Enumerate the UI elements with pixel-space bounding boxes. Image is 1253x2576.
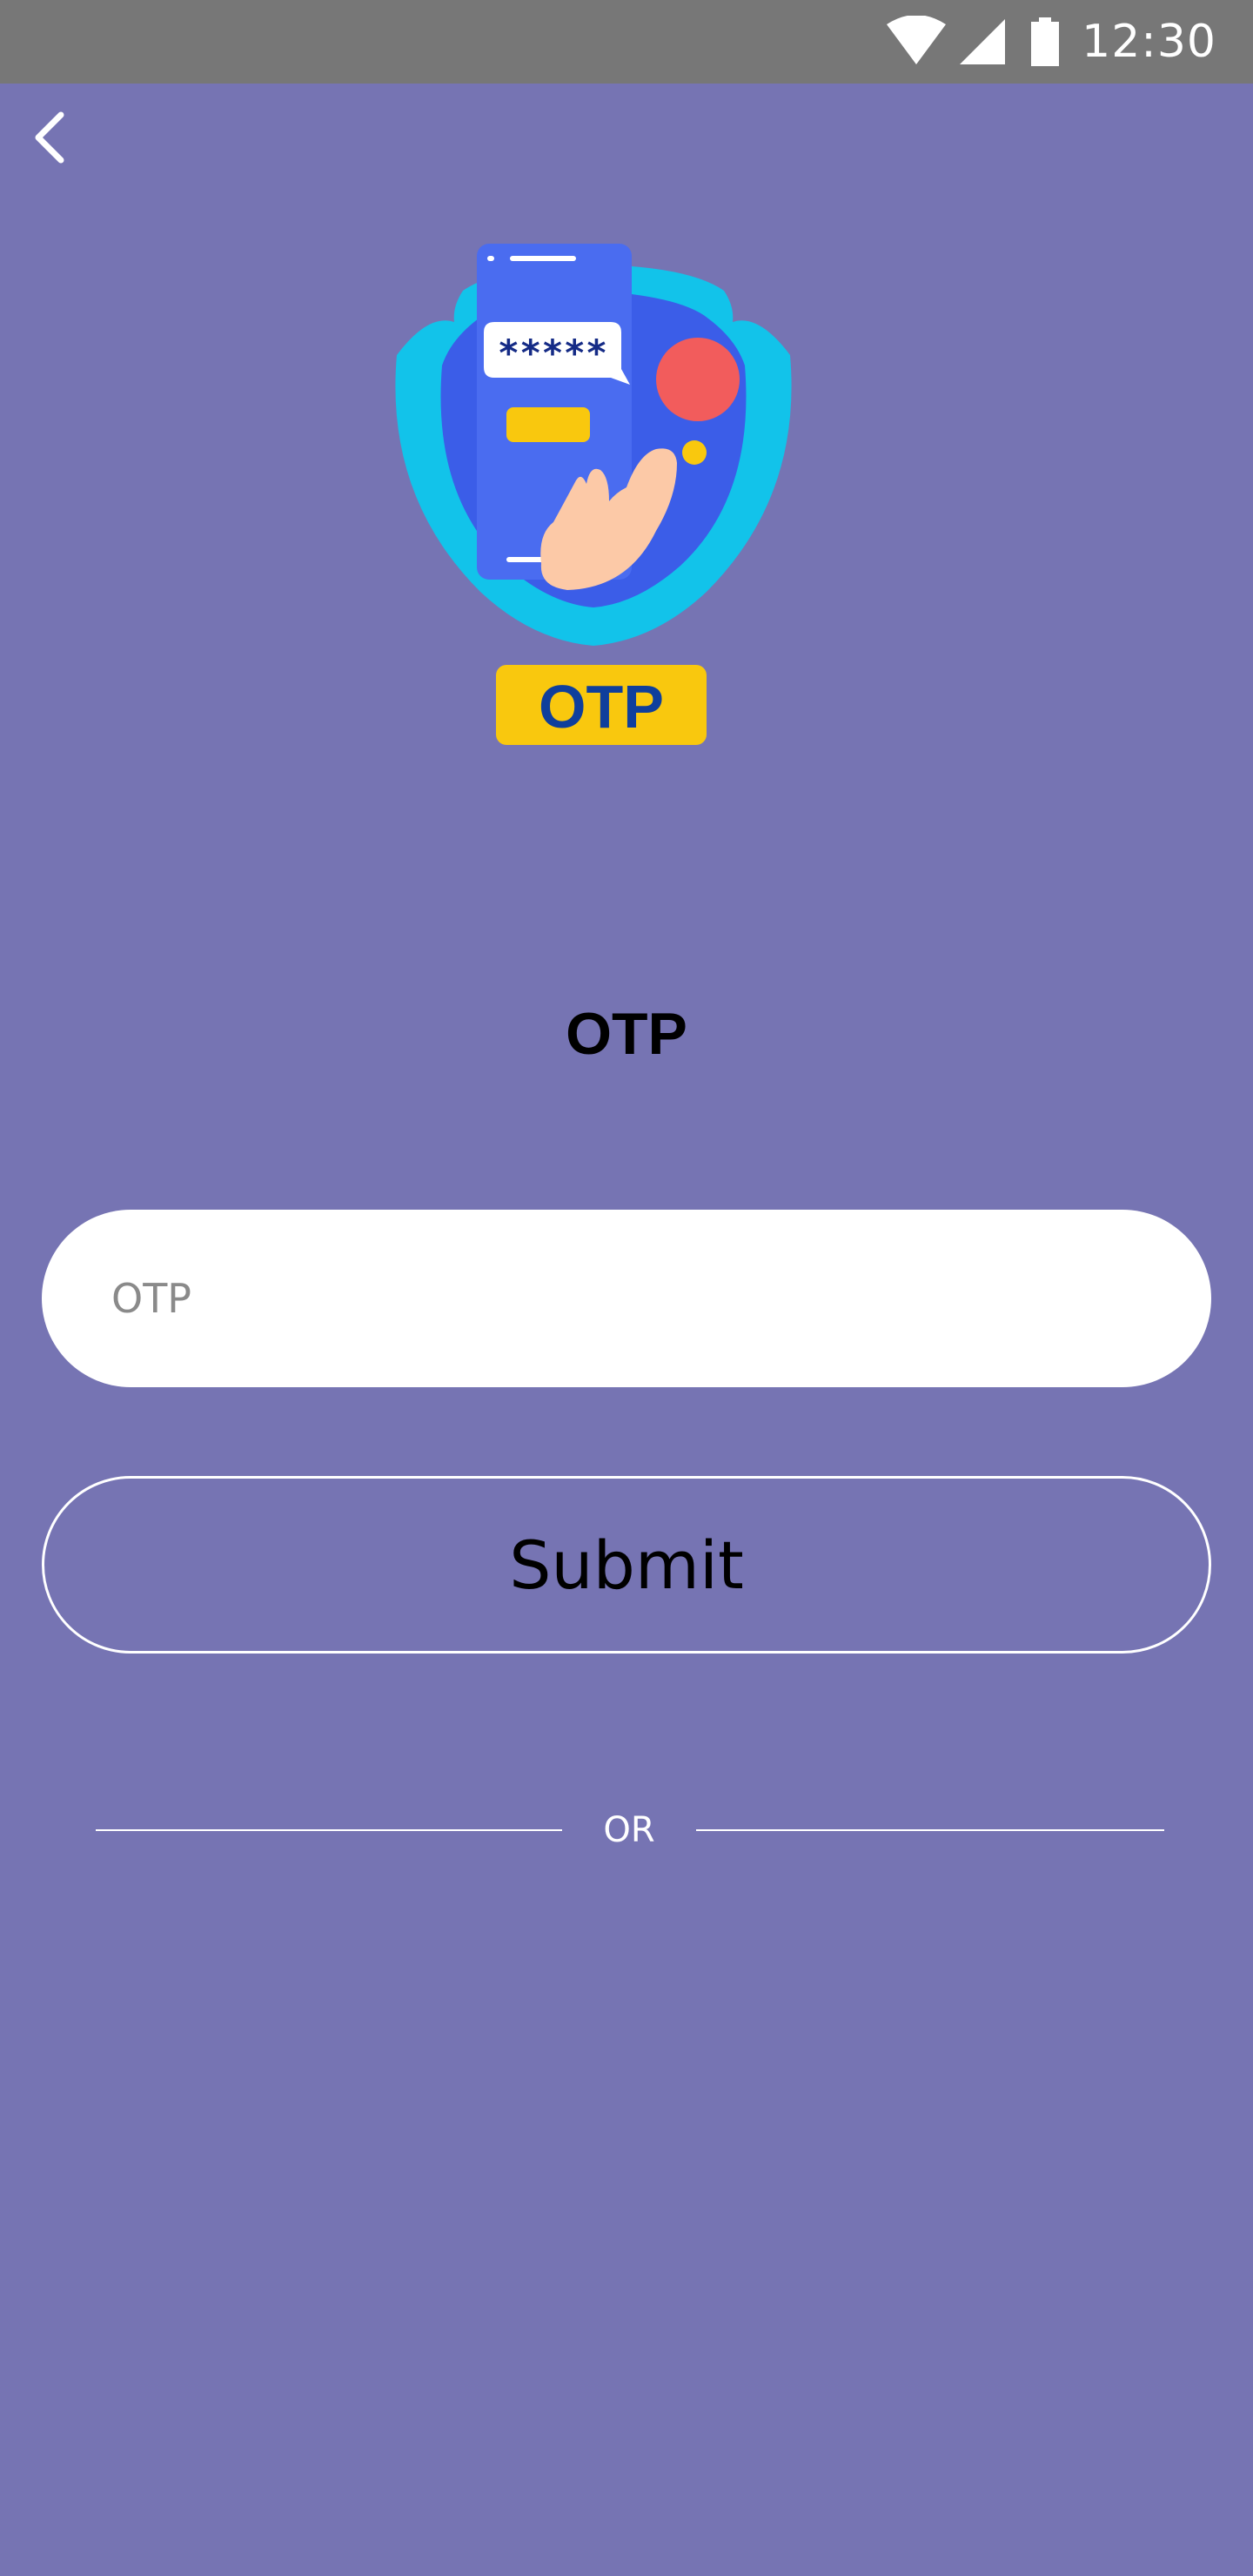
or-divider-label: OR	[603, 1810, 655, 1850]
status-bar: 12:30	[0, 0, 1253, 84]
cell-signal-icon	[960, 19, 1006, 64]
submit-button[interactable]: Submit	[42, 1476, 1211, 1654]
wifi-icon	[887, 16, 947, 64]
divider-line-left	[96, 1829, 562, 1831]
status-time: 12:30	[1082, 16, 1216, 68]
divider-line-right	[696, 1829, 1164, 1831]
masked-code: *****	[498, 332, 607, 374]
otp-badge-label: OTP	[539, 673, 664, 741]
chevron-left-icon	[35, 111, 64, 164]
notification-dot	[656, 338, 740, 421]
battery-icon	[1031, 17, 1060, 66]
page-title: OTP	[566, 1001, 687, 1067]
otp-input[interactable]	[42, 1210, 1211, 1387]
otp-illustration: ***** OTP	[395, 244, 792, 745]
back-button[interactable]	[16, 103, 85, 172]
status-icons: 12:30	[885, 0, 1253, 84]
